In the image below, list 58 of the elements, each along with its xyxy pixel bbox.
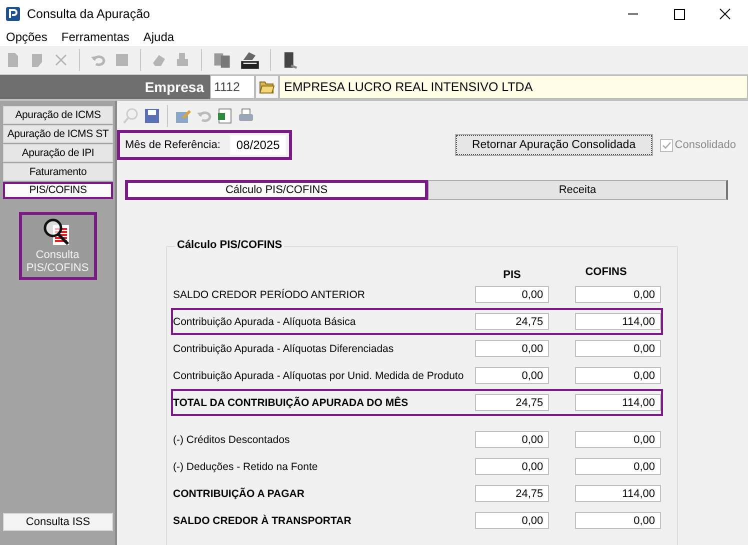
cofins-field[interactable]: 0,00: [575, 286, 661, 303]
company-name-field[interactable]: EMPRESA LUCRO REAL INTENSIVO LTDA: [279, 75, 748, 99]
stop-icon[interactable]: [113, 51, 131, 69]
row-label: CONTRIBUIÇÃO A PAGAR: [173, 488, 306, 500]
folder-icon[interactable]: [259, 80, 275, 94]
pis-field[interactable]: 0,00: [475, 431, 550, 448]
tab[interactable]: Receita: [428, 180, 728, 200]
cofins-field[interactable]: 0,00: [575, 340, 661, 357]
cofins-field[interactable]: 0,00: [575, 431, 661, 448]
pis-field[interactable]: 24,75: [475, 313, 550, 330]
cofins-field[interactable]: 114,00: [575, 313, 661, 330]
menu-item[interactable]: Ajuda: [143, 30, 174, 44]
row-label: Contribuição Apurada - Alíquotas Diferenciadas: [173, 342, 395, 354]
sidebar-item[interactable]: Apuração de ICMS ST: [3, 125, 113, 143]
dirf-icon[interactable]: [239, 50, 261, 70]
cofins-field[interactable]: 114,00: [575, 394, 661, 411]
pis-field[interactable]: 0,00: [475, 286, 550, 303]
row-label: Contribuição Apurada - Alíquotas por Unid. Medida de Produto: [173, 370, 465, 382]
row-label: (-) Deduções - Retido na Fonte: [173, 460, 319, 472]
row-label: TOTAL DA CONTRIBUIÇÃO APURADA DO MÊS: [173, 396, 410, 408]
edit-document-icon[interactable]: [174, 107, 192, 125]
sidebar-item[interactable]: PIS/COFINS: [3, 182, 113, 199]
sidebar-item[interactable]: Apuração de IPI: [3, 144, 113, 162]
save-icon[interactable]: [143, 107, 161, 125]
sidebar-item[interactable]: Faturamento: [3, 163, 113, 181]
sidebar-item[interactable]: Apuração de ICMS: [3, 106, 113, 124]
sidebar-item[interactable]: Consulta ISS: [3, 513, 113, 531]
menu-item[interactable]: Opções: [6, 30, 48, 44]
row-label: (-) Créditos Descontados: [173, 434, 291, 446]
tile-label: PIS/COFINS: [26, 262, 89, 275]
cofins-field[interactable]: 0,00: [575, 367, 661, 384]
reference-month-field[interactable]: 08/2025: [230, 135, 286, 155]
pis-field[interactable]: 24,75: [475, 394, 550, 411]
app-logo-icon: [6, 7, 20, 21]
column-header: PIS: [502, 269, 522, 281]
row-label: SALDO CREDOR À TRANSPORTAR: [173, 514, 352, 526]
pis-field[interactable]: 24,75: [475, 485, 550, 502]
group-title: Cálculo PIS/COFINS: [175, 239, 284, 251]
pis-field[interactable]: 0,00: [475, 458, 550, 475]
cofins-field[interactable]: 0,00: [575, 512, 661, 529]
cofins-field[interactable]: 0,00: [575, 458, 661, 475]
consolidated-label: Consolidado: [674, 139, 736, 151]
reference-month-label: Mês de Referência:: [125, 139, 220, 151]
pis-field[interactable]: 0,00: [475, 512, 550, 529]
spreadsheet-icon[interactable]: [216, 107, 234, 125]
company-code-field[interactable]: 1112: [210, 75, 255, 99]
row-label: SALDO CREDOR PERÍODO ANTERIOR: [173, 288, 366, 300]
menu-item[interactable]: Ferramentas: [61, 30, 130, 44]
cofins-field[interactable]: 114,00: [575, 485, 661, 502]
row-label: Contribuição Apurada - Alíquota Básica: [173, 316, 357, 328]
window-title: Consulta da Apuração: [27, 7, 152, 21]
tile-label: Consulta: [36, 249, 80, 262]
company-label: Empresa: [144, 79, 204, 95]
pis-field[interactable]: 0,00: [475, 367, 550, 384]
pis-field[interactable]: 0,00: [475, 340, 550, 357]
return-consolidated-button[interactable]: Retornar Apuração Consolidada: [456, 135, 652, 155]
column-header: COFINS: [584, 266, 628, 280]
tab[interactable]: Cálculo PIS/COFINS: [125, 180, 428, 200]
